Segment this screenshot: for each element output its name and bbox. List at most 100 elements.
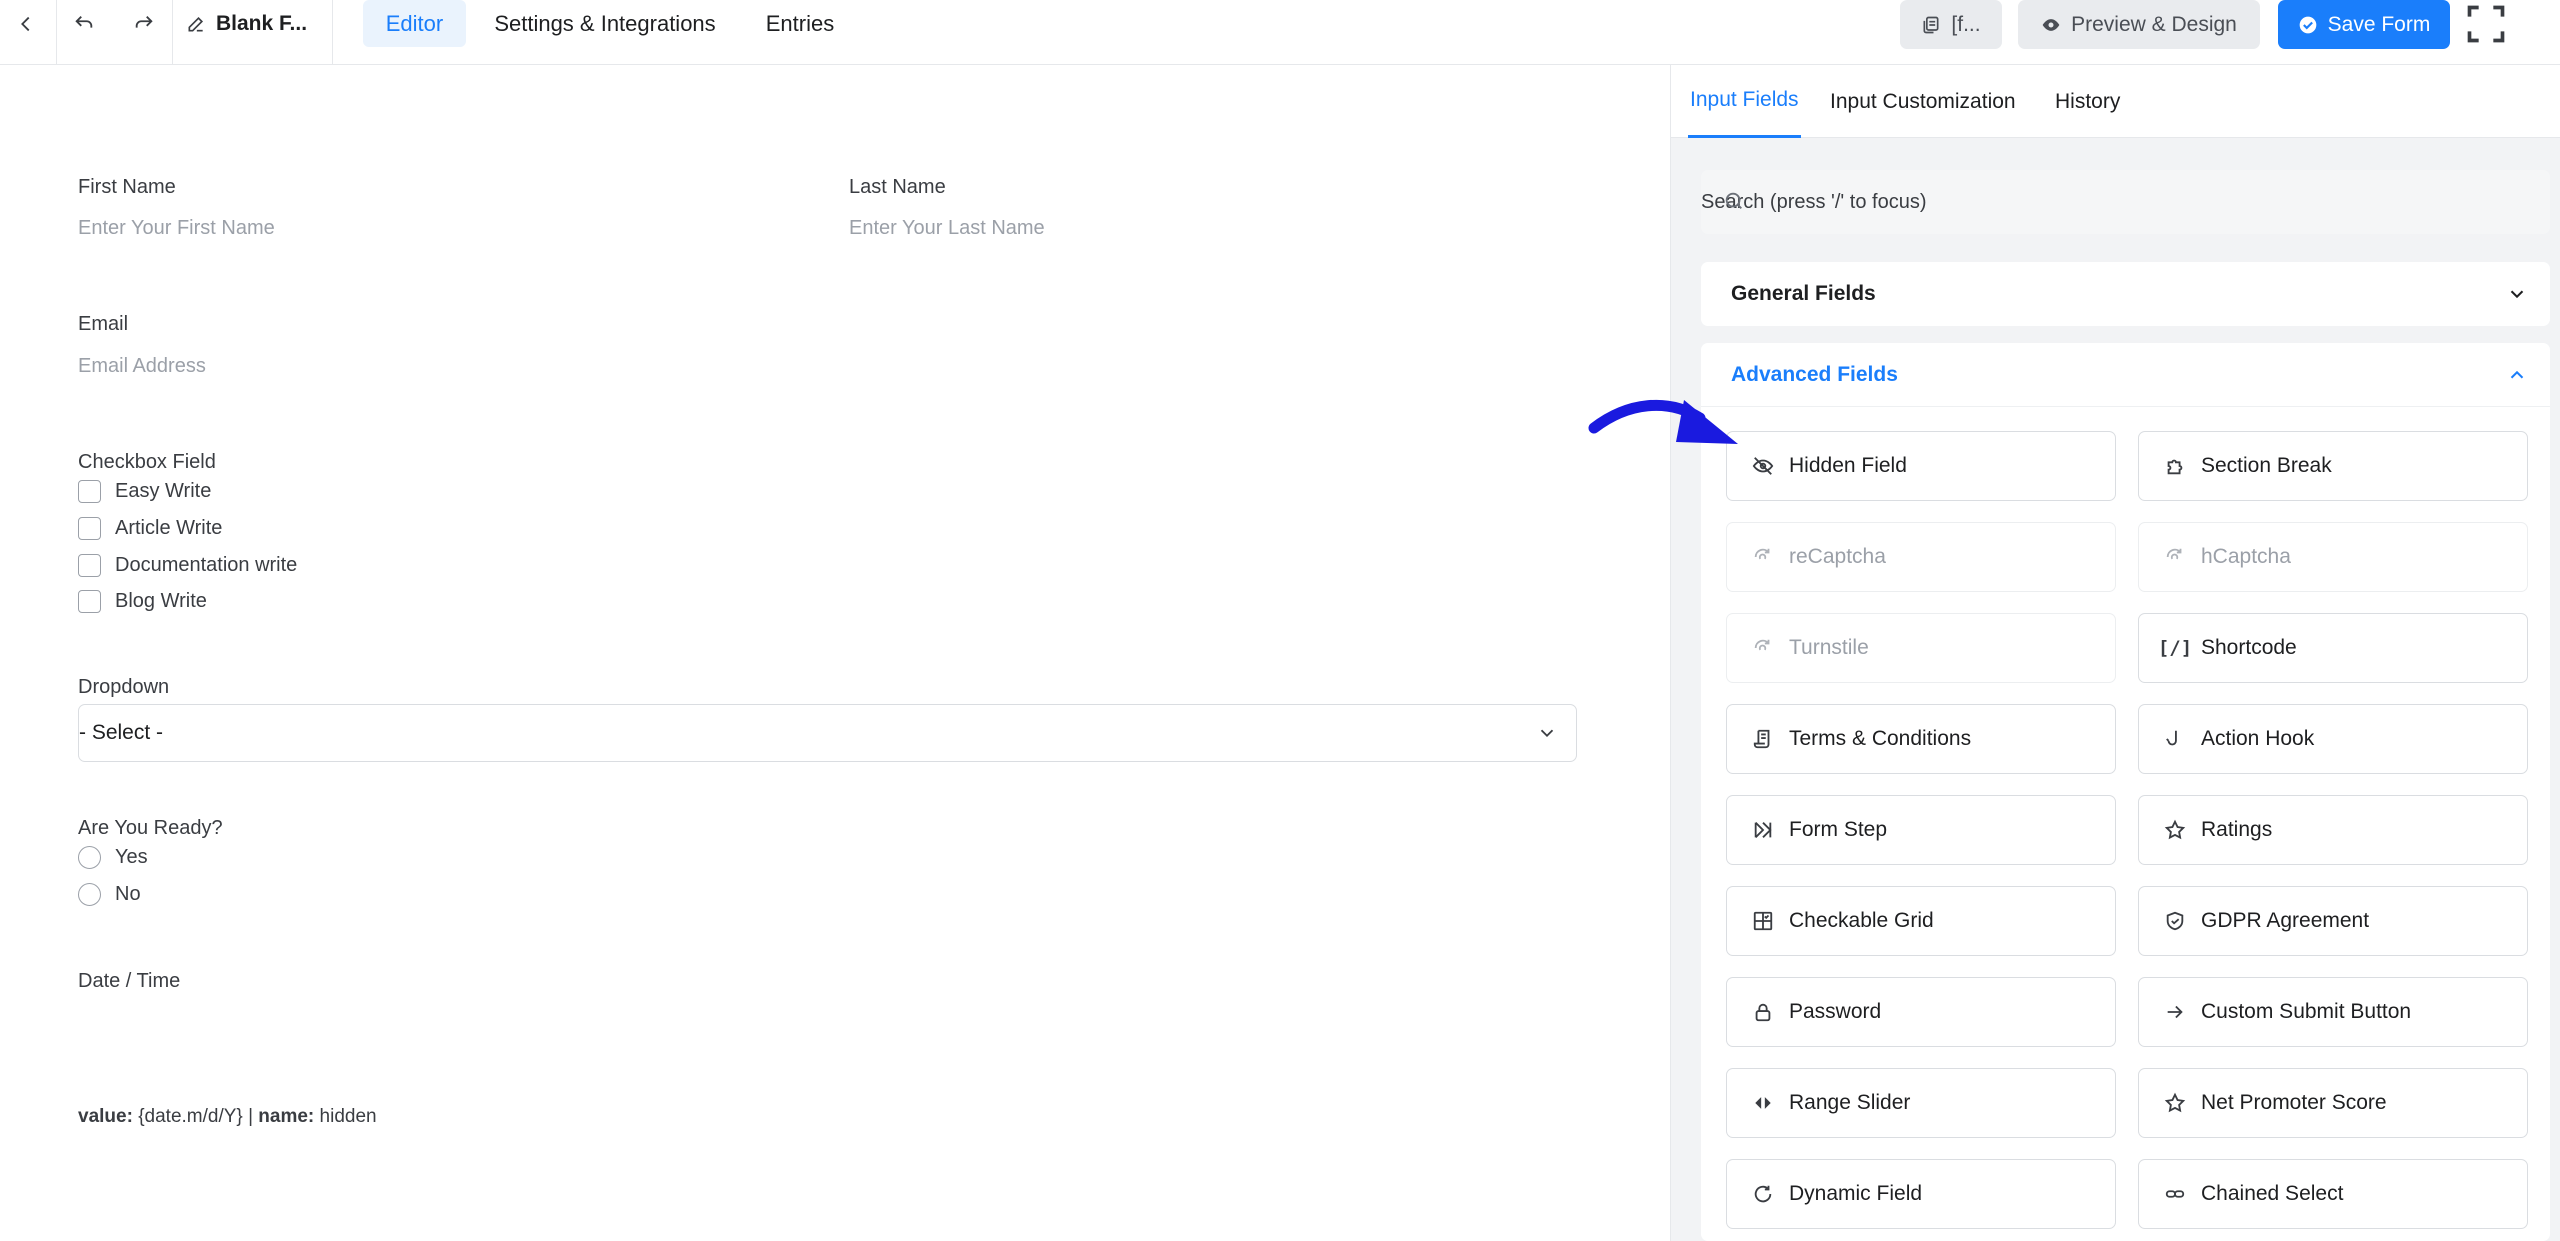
radio-option[interactable]: No [78, 883, 141, 906]
meta-separator: | [248, 1106, 253, 1127]
checkbox-option[interactable]: Article Write [78, 517, 222, 540]
tab-editor[interactable]: Editor [363, 0, 466, 47]
field-gdpr-agreement[interactable]: GDPR Agreement [2138, 886, 2528, 956]
advanced-fields-header[interactable]: Advanced Fields [1701, 343, 2550, 407]
checkbox[interactable] [78, 554, 101, 577]
field-form-step[interactable]: Form Step [1726, 795, 2116, 865]
checkbox-option-label: Easy Write [115, 480, 212, 502]
tab-input-fields[interactable]: Input Fields [1688, 65, 1801, 138]
preview-label: Preview & Design [2071, 12, 2237, 36]
search-input[interactable] [1701, 170, 2550, 234]
sidebar-tabs: Input Fields Input Customization History [1671, 65, 2560, 138]
field-checkable-grid[interactable]: Checkable Grid [1726, 886, 2116, 956]
meta-name-label: name: [258, 1106, 315, 1127]
field-label: GDPR Agreement [2201, 909, 2370, 932]
form-title[interactable]: Blank F... [186, 0, 307, 48]
tab-history[interactable]: History [2055, 65, 2120, 138]
field-shortcode[interactable]: [/] Shortcode [2138, 613, 2528, 683]
advanced-fields-title: Advanced Fields [1731, 362, 1898, 386]
field-label: Chained Select [2201, 1182, 2344, 1205]
field-label: Password [1789, 1000, 1882, 1023]
radio-button[interactable] [78, 883, 101, 906]
general-fields-title: General Fields [1731, 282, 1876, 305]
general-fields-header[interactable]: General Fields [1701, 262, 2550, 326]
radio-button[interactable] [78, 846, 101, 869]
shield-icon [2163, 909, 2187, 933]
field-label: Hidden Field [1789, 454, 1907, 477]
field-hidden-field[interactable]: Hidden Field [1726, 431, 2116, 501]
meta-name: hidden [319, 1106, 377, 1127]
tab-settings-integrations[interactable]: Settings & Integrations [478, 0, 732, 47]
puzzle-icon [2163, 454, 2187, 478]
field-label: Range Slider [1789, 1091, 1911, 1114]
chevron-up-icon [2510, 370, 2524, 378]
field-ratings[interactable]: Ratings [2138, 795, 2528, 865]
arrow-right-icon [2163, 1000, 2187, 1024]
last-name-input[interactable]: Enter Your Last Name [849, 217, 1045, 240]
field-range-slider[interactable]: Range Slider [1726, 1068, 2116, 1138]
chevron-down-icon [1540, 729, 1554, 738]
checkbox-option[interactable]: Easy Write [78, 480, 211, 503]
hook-icon [2163, 727, 2187, 751]
field-label: Checkable Grid [1789, 909, 1934, 932]
field-custom-submit-button[interactable]: Custom Submit Button [2138, 977, 2528, 1047]
first-name-input[interactable]: Enter Your First Name [78, 217, 275, 240]
field-action-hook[interactable]: Action Hook [2138, 704, 2528, 774]
save-form-button[interactable]: Save Form [2278, 0, 2450, 49]
divider [56, 0, 57, 64]
hidden-field-meta[interactable]: value: {date.m/d/Y} | name: hidden [78, 1106, 377, 1128]
field-label: Turnstile [1789, 636, 1869, 659]
field-password[interactable]: Password [1726, 977, 2116, 1047]
field-section-break[interactable]: Section Break [2138, 431, 2528, 501]
field-label: Section Break [2201, 454, 2332, 477]
fullscreen-icon[interactable] [2464, 2, 2508, 46]
checkbox-option[interactable]: Documentation write [78, 554, 297, 577]
email-input[interactable]: Email Address [78, 355, 206, 378]
step-icon [1751, 818, 1775, 842]
field-label: Net Promoter Score [2201, 1091, 2387, 1114]
grid-icon [1751, 909, 1775, 933]
radio-option[interactable]: Yes [78, 846, 148, 869]
field-label: hCaptcha [2201, 545, 2291, 568]
range-icon [1751, 1091, 1775, 1115]
field-label: Custom Submit Button [2201, 1000, 2412, 1023]
checkbox-option-label: Article Write [115, 517, 223, 539]
form-editor-canvas: First Name Enter Your First Name Last Na… [0, 65, 1670, 1241]
checkbox[interactable] [78, 517, 101, 540]
radio-option-label: No [115, 883, 141, 905]
meta-value-label: value: [78, 1106, 133, 1127]
checkbox-option-label: Documentation write [115, 554, 298, 576]
field-hcaptcha[interactable]: hCaptcha [2138, 522, 2528, 592]
form-title-text: Blank F... [216, 12, 308, 35]
undo-icon[interactable] [58, 0, 110, 48]
field-recaptcha[interactable]: reCaptcha [1726, 522, 2116, 592]
general-fields-section[interactable]: General Fields [1701, 262, 2550, 326]
field-dynamic-field[interactable]: Dynamic Field [1726, 1159, 2116, 1229]
field-search[interactable] [1701, 170, 2550, 234]
link-icon [2163, 1182, 2187, 1206]
eye-icon [2042, 18, 2060, 31]
dropdown-select[interactable]: - Select - [78, 704, 1577, 762]
last-name-label: Last Name [849, 176, 946, 198]
redo-icon[interactable] [118, 0, 170, 48]
lock-icon [1751, 1000, 1775, 1024]
preview-design-button[interactable]: Preview & Design [2018, 0, 2260, 49]
tab-entries[interactable]: Entries [746, 0, 854, 47]
star-icon [2163, 1091, 2187, 1115]
field-terms-conditions[interactable]: Terms & Conditions [1726, 704, 2116, 774]
shortcode-copy-button[interactable]: [f... [1900, 0, 2002, 49]
field-net-promoter-score[interactable]: Net Promoter Score [2138, 1068, 2528, 1138]
copy-icon [1923, 16, 1939, 33]
radio-option-label: Yes [115, 846, 148, 868]
meta-value: {date.m/d/Y} [138, 1106, 243, 1127]
field-chained-select[interactable]: Chained Select [2138, 1159, 2528, 1229]
back-icon[interactable] [0, 0, 52, 48]
divider [172, 0, 173, 64]
field-label: Form Step [1789, 818, 1888, 841]
checkbox-option[interactable]: Blog Write [78, 590, 207, 613]
tab-input-customization[interactable]: Input Customization [1830, 65, 2016, 138]
checkbox[interactable] [78, 590, 101, 613]
captcha-icon [2163, 545, 2187, 569]
checkbox[interactable] [78, 480, 101, 503]
field-turnstile[interactable]: Turnstile [1726, 613, 2116, 683]
